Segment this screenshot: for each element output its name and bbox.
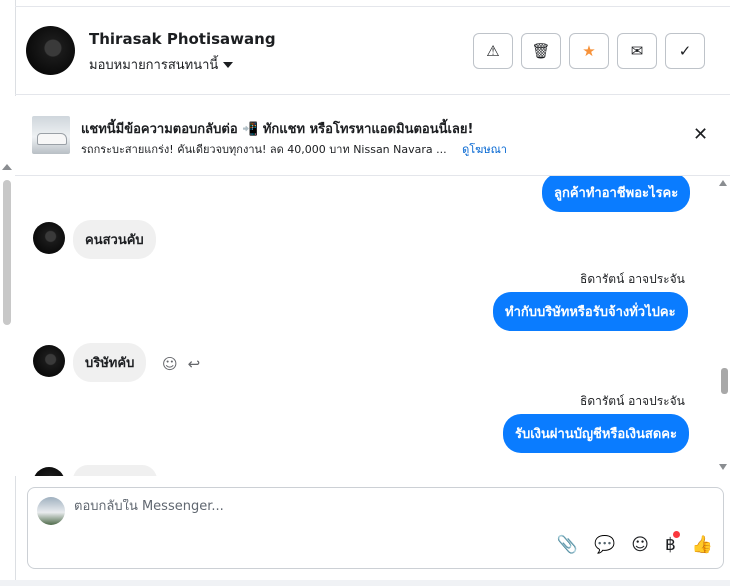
delete-button[interactable]: 🗑	[521, 33, 561, 69]
contact-name[interactable]: Thirasak Photisawang	[89, 30, 276, 48]
message-actions: ☺ ↩	[162, 355, 200, 373]
message-scrollbar[interactable]	[715, 176, 730, 476]
assign-label: มอบหมายการสนทนานี้	[89, 58, 219, 73]
outgoing-message[interactable]: ทำกับบริษัทหรือรับจ้างทั่วไปคะ	[493, 292, 688, 331]
checkmark-icon: ✓	[678, 43, 692, 60]
message-thread[interactable]: ลูกค้าทำอาชีพอะไรคะ คนสวนคับ ธิดารัตน์ อ…	[15, 176, 730, 476]
ad-subtitle: รถกระบะสายแกร่ง! คันเดียวจบทุกงาน! ลด 40…	[81, 140, 507, 158]
footer-strip	[0, 580, 730, 586]
contact-avatar-small[interactable]	[33, 467, 65, 476]
reply-composer: 📎 💬 ☺ ฿ 👍	[27, 487, 724, 569]
star-button[interactable]: ★	[569, 33, 609, 69]
incoming-message[interactable]: คนสวนคับ	[73, 220, 156, 259]
incoming-message-partial[interactable]	[73, 465, 157, 476]
conversation-header: Thirasak Photisawang มอบหมายการสนทนานี้ …	[15, 7, 730, 95]
ad-title: แชทนี้มีข้อความตอบกลับต่อ 📲 ทักแชท หรือโ…	[81, 122, 474, 137]
sender-name: ธิดารัตน์ อาจประจัน	[580, 394, 685, 408]
ad-thumbnail[interactable]	[32, 116, 70, 154]
left-panel-edge	[0, 0, 15, 586]
reply-icon[interactable]: ↩	[188, 355, 201, 373]
scroll-up-arrow[interactable]	[2, 164, 12, 170]
ad-subtitle-text: รถกระบะสายแกร่ง! คันเดียวจบทุกงาน! ลด 40…	[81, 143, 447, 156]
scroll-down-arrow[interactable]	[719, 464, 727, 470]
mark-done-button[interactable]: ✓	[665, 33, 705, 69]
contact-avatar[interactable]	[26, 26, 75, 75]
ad-context-banner: แชทนี้มีข้อความตอบกลับต่อ 📲 ทักแชท หรือโ…	[15, 96, 730, 176]
reply-input[interactable]	[74, 499, 674, 514]
incoming-message[interactable]: บริษัทคับ	[73, 343, 147, 382]
scroll-thumb[interactable]	[721, 368, 728, 394]
report-spam-button[interactable]: ⚠	[473, 33, 513, 69]
like-icon[interactable]: 👍	[692, 535, 713, 555]
star-icon: ★	[582, 43, 596, 60]
caret-down-icon	[223, 61, 234, 68]
emoji-icon[interactable]: ☺	[631, 535, 649, 555]
sender-name: ธิดารัตน์ อาจประจัน	[580, 272, 685, 286]
contact-avatar-small[interactable]	[33, 222, 65, 254]
notification-dot	[672, 531, 680, 538]
left-scrollbar[interactable]	[3, 180, 11, 325]
scroll-up-arrow[interactable]	[719, 180, 727, 186]
contact-avatar-small[interactable]	[33, 345, 65, 377]
attachment-icon[interactable]: 📎	[557, 535, 578, 555]
baht-payment-button[interactable]: ฿	[665, 531, 680, 555]
warning-icon: ⚠	[486, 43, 500, 60]
mark-unread-button[interactable]: ✉	[617, 33, 657, 69]
outgoing-message[interactable]: รับเงินผ่านบัญชีหรือเงินสดคะ	[503, 414, 689, 453]
page-avatar	[37, 497, 65, 525]
close-icon[interactable]: ✕	[693, 124, 708, 145]
baht-payment-icon: ฿	[665, 535, 676, 555]
header-actions: ⚠ 🗑 ★ ✉ ✓	[473, 33, 705, 69]
composer-toolbar: 📎 💬 ☺ ฿ 👍	[557, 531, 713, 555]
assign-conversation-dropdown[interactable]: มอบหมายการสนทนานี้	[89, 54, 234, 75]
trash-icon: 🗑	[531, 43, 551, 60]
outgoing-message[interactable]: ลูกค้าทำอาชีพอะไรคะ	[542, 176, 691, 212]
react-emoji-icon[interactable]: ☺	[162, 355, 178, 373]
mark-unread-icon: ✉	[630, 43, 644, 60]
saved-reply-icon[interactable]: 💬	[594, 535, 615, 555]
view-ad-link[interactable]: ดูโฆษณา	[462, 143, 507, 156]
